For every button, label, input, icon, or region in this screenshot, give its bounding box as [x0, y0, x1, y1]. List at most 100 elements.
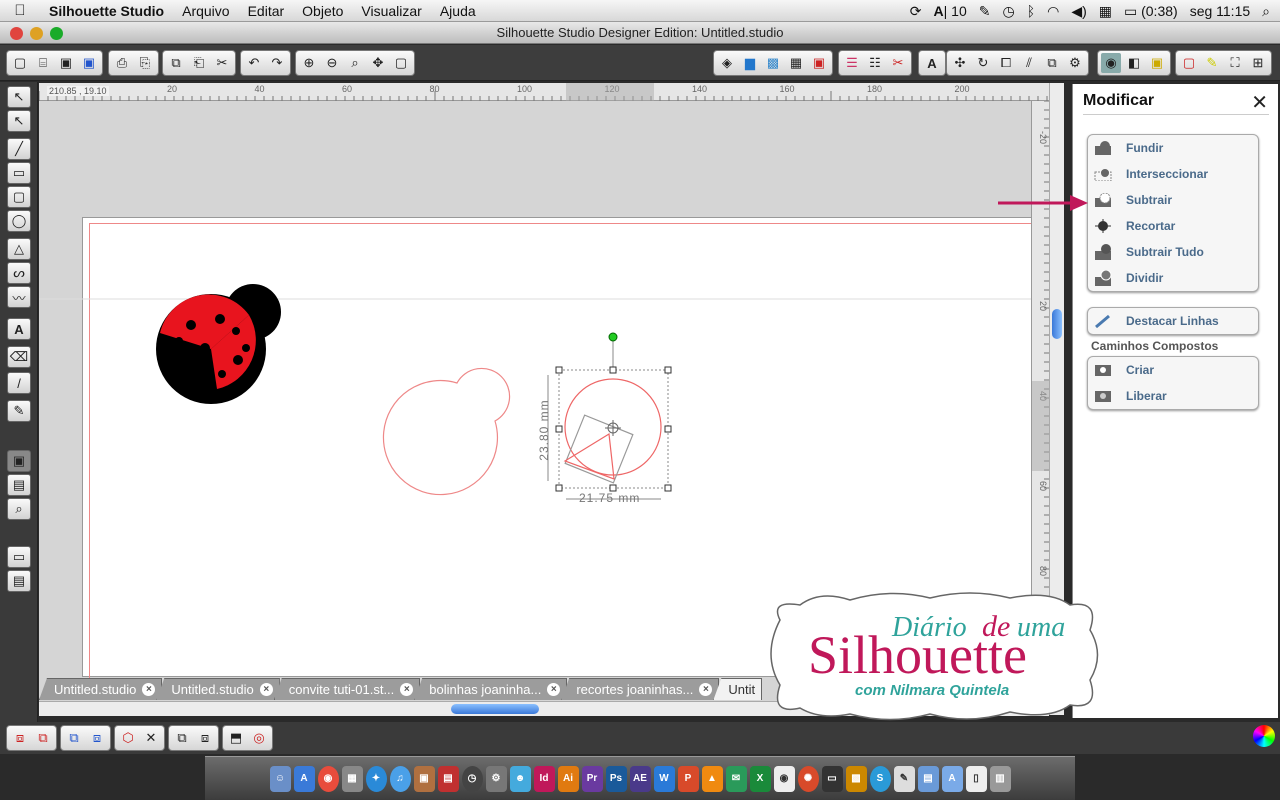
release-compound-tool-icon[interactable]: ⧈	[87, 728, 107, 748]
menu-ajuda[interactable]: Ajuda	[431, 0, 485, 22]
document-icon[interactable]: ▯	[965, 765, 987, 792]
vlc-icon[interactable]: ▲	[701, 765, 723, 792]
eraser-tool-icon[interactable]: ⌫	[7, 346, 31, 368]
rounded-rect-tool-icon[interactable]: ▢	[7, 186, 31, 208]
sync-icon[interactable]: ⟳	[910, 3, 922, 20]
itunes-icon[interactable]: ♫	[389, 765, 411, 792]
safari-icon[interactable]: ✦	[365, 765, 387, 792]
zoom-out-icon[interactable]: ⊖	[322, 53, 342, 73]
monitor-icon[interactable]: ▭	[821, 765, 843, 792]
group-icon[interactable]: ⧈	[10, 728, 30, 748]
fullscreen-icon[interactable]: ⛶	[1225, 53, 1245, 73]
photos-icon[interactable]: ▦	[341, 765, 363, 792]
rectangle-tool-icon[interactable]: ▭	[7, 162, 31, 184]
text-style-icon[interactable]: A	[922, 53, 942, 73]
settings-icon[interactable]: ⚙	[1065, 53, 1085, 73]
fill-color-icon[interactable]: ◈	[717, 53, 737, 73]
make-compound-button[interactable]: Criar	[1088, 357, 1258, 383]
trash-icon[interactable]: ▥	[989, 765, 1011, 792]
pattern-icon[interactable]: ▩	[763, 53, 783, 73]
color-palette-icon[interactable]: ▩	[845, 765, 867, 792]
tab-bolinhas[interactable]: bolinhas joaninha... ×	[414, 678, 568, 700]
zoom-select-icon[interactable]: ⌕	[345, 53, 365, 73]
after-effects-icon[interactable]: AE	[629, 765, 651, 792]
vertical-scroll-thumb[interactable]	[1052, 309, 1062, 339]
redo-icon[interactable]: ↷	[267, 53, 287, 73]
page-view-icon[interactable]: ▣	[7, 450, 31, 472]
save-library-icon[interactable]: ▣	[79, 53, 99, 73]
crop-button[interactable]: Recortar	[1088, 213, 1258, 239]
word-icon[interactable]: W	[653, 765, 675, 792]
menu-visualizar[interactable]: Visualizar	[352, 0, 430, 22]
subtract-button[interactable]: Subtrair	[1088, 187, 1258, 213]
indesign-icon[interactable]: Id	[533, 765, 555, 792]
pan-icon[interactable]: ✥	[368, 53, 388, 73]
mail-icon[interactable]: ✉	[725, 765, 747, 792]
shear-icon[interactable]: ⫽	[1019, 53, 1039, 73]
new-file-icon[interactable]: ▢	[10, 53, 30, 73]
point-edit-tool-icon[interactable]: ↖	[7, 110, 31, 132]
iphoto-icon[interactable]: ▣	[413, 765, 435, 792]
close-window-button[interactable]	[10, 27, 23, 40]
tab-untitled-1[interactable]: Untitled.studio ×	[39, 678, 163, 700]
flag-icon[interactable]: ▦	[1099, 3, 1112, 20]
fit-page-icon[interactable]: ▢	[391, 53, 411, 73]
menu-objeto[interactable]: Objeto	[293, 0, 352, 22]
app-store-icon[interactable]: A	[293, 765, 315, 792]
divide-button[interactable]: Dividir	[1088, 265, 1258, 291]
close-tab-icon[interactable]: ×	[699, 683, 713, 696]
page-setup-icon[interactable]: ▢	[1179, 53, 1199, 73]
weld-tool-icon[interactable]: ⬒	[226, 728, 246, 748]
trace-panel-icon[interactable]: ▣	[1147, 53, 1167, 73]
release-compound-button[interactable]: Liberar	[1088, 383, 1258, 409]
grid-icon[interactable]: ⊞	[1248, 53, 1268, 73]
intersect-button[interactable]: Interseccionar	[1088, 161, 1258, 187]
open-file-icon[interactable]: ⌸	[33, 53, 53, 73]
curve-tool-icon[interactable]: ᔕ	[7, 262, 31, 284]
photo-booth-icon[interactable]: ▤	[437, 765, 459, 792]
undo-icon[interactable]: ↶	[244, 53, 264, 73]
time-machine-icon[interactable]: ◷	[1002, 3, 1014, 20]
tool-icon[interactable]: ✎	[979, 3, 991, 20]
tab-untitled-2[interactable]: Untitled.studio ×	[156, 678, 280, 700]
save-icon[interactable]: ▣	[56, 53, 76, 73]
line-style-icon[interactable]: ▣	[809, 53, 829, 73]
powerpoint-icon[interactable]: P	[677, 765, 699, 792]
close-tab-icon[interactable]: ×	[547, 683, 561, 696]
time-machine-dock-icon[interactable]: ◷	[461, 765, 483, 792]
clock[interactable]: seg 11:15	[1190, 3, 1250, 19]
line-width-icon[interactable]: ☰	[842, 53, 862, 73]
close-tab-icon[interactable]: ×	[400, 683, 414, 696]
cut-icon[interactable]: ✂	[212, 53, 232, 73]
send-to-cutter-icon[interactable]: ⎘	[135, 53, 155, 73]
select-all-icon[interactable]: ⬡	[118, 728, 138, 748]
tab-untitled-active[interactable]: Untit	[713, 678, 763, 700]
ladybug-outline-shape[interactable]	[382, 367, 511, 496]
offset-panel-icon[interactable]: ◧	[1124, 53, 1144, 73]
apple-menu-icon[interactable]: 	[0, 2, 40, 19]
gradient-icon[interactable]: ▆	[740, 53, 760, 73]
store-icon[interactable]: ⌕	[7, 498, 31, 520]
eyedropper-tool-icon[interactable]: ✎	[7, 400, 31, 422]
bring-front-icon[interactable]: ⧉	[172, 728, 192, 748]
line-color-icon[interactable]: ▦	[786, 53, 806, 73]
silhouette-app-icon[interactable]: S	[869, 765, 891, 792]
replicate-icon[interactable]: ⧉	[1042, 53, 1062, 73]
camera-icon[interactable]: ◉	[773, 765, 795, 792]
adobe-status[interactable]: A| 10	[934, 3, 967, 19]
ungroup-icon[interactable]: ⧉	[33, 728, 53, 748]
panel-toggle-1-icon[interactable]: ▭	[7, 546, 31, 568]
weld-button[interactable]: Fundir	[1088, 135, 1258, 161]
library-icon[interactable]: ▤	[7, 474, 31, 496]
polygon-tool-icon[interactable]: △	[7, 238, 31, 260]
applications-folder-icon[interactable]: ▤	[917, 765, 939, 792]
selected-objects[interactable]	[547, 332, 672, 500]
bug-icon[interactable]: ✺	[797, 765, 819, 792]
photoshop-icon[interactable]: Ps	[605, 765, 627, 792]
wifi-icon[interactable]: ◠	[1047, 3, 1059, 20]
subtract-all-button[interactable]: Subtrair Tudo	[1088, 239, 1258, 265]
make-compound-tool-icon[interactable]: ⧉	[64, 728, 84, 748]
close-tab-icon[interactable]: ×	[142, 683, 156, 696]
panel-toggle-2-icon[interactable]: ▤	[7, 570, 31, 592]
bluetooth-icon[interactable]: ᛒ	[1027, 3, 1035, 19]
